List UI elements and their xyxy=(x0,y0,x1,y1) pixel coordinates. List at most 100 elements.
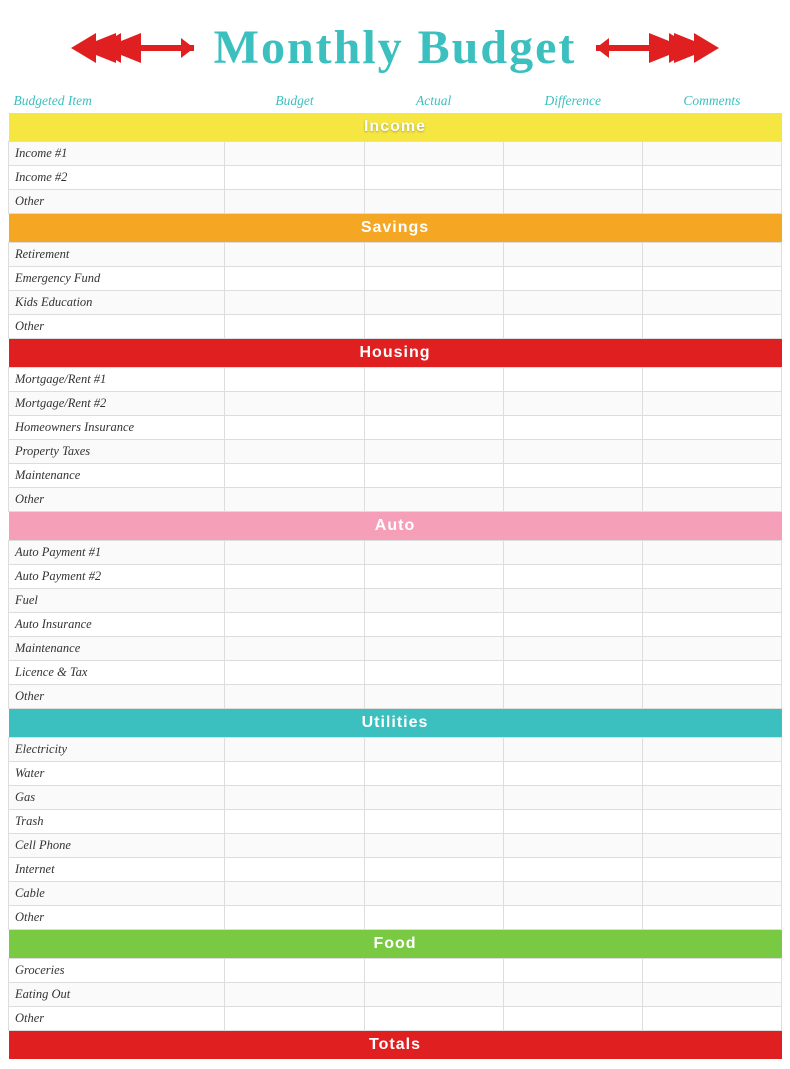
row-budget[interactable] xyxy=(225,906,364,930)
row-comments[interactable] xyxy=(642,589,781,613)
row-comments[interactable] xyxy=(642,190,781,214)
row-difference[interactable] xyxy=(503,589,642,613)
row-difference[interactable] xyxy=(503,166,642,190)
row-difference[interactable] xyxy=(503,637,642,661)
row-comments[interactable] xyxy=(642,416,781,440)
row-budget[interactable] xyxy=(225,440,364,464)
row-budget[interactable] xyxy=(225,810,364,834)
row-budget[interactable] xyxy=(225,166,364,190)
row-comments[interactable] xyxy=(642,685,781,709)
row-comments[interactable] xyxy=(642,166,781,190)
row-difference[interactable] xyxy=(503,488,642,512)
row-budget[interactable] xyxy=(225,142,364,166)
row-actual[interactable] xyxy=(364,661,503,685)
row-difference[interactable] xyxy=(503,368,642,392)
row-budget[interactable] xyxy=(225,267,364,291)
row-budget[interactable] xyxy=(225,291,364,315)
row-comments[interactable] xyxy=(642,392,781,416)
row-budget[interactable] xyxy=(225,1007,364,1031)
row-comments[interactable] xyxy=(642,661,781,685)
row-difference[interactable] xyxy=(503,762,642,786)
row-difference[interactable] xyxy=(503,685,642,709)
row-difference[interactable] xyxy=(503,243,642,267)
row-comments[interactable] xyxy=(642,762,781,786)
row-actual[interactable] xyxy=(364,416,503,440)
row-comments[interactable] xyxy=(642,1007,781,1031)
row-budget[interactable] xyxy=(225,416,364,440)
row-actual[interactable] xyxy=(364,786,503,810)
row-actual[interactable] xyxy=(364,589,503,613)
row-comments[interactable] xyxy=(642,488,781,512)
row-actual[interactable] xyxy=(364,882,503,906)
row-actual[interactable] xyxy=(364,834,503,858)
row-actual[interactable] xyxy=(364,613,503,637)
row-actual[interactable] xyxy=(364,243,503,267)
row-difference[interactable] xyxy=(503,565,642,589)
row-actual[interactable] xyxy=(364,541,503,565)
row-budget[interactable] xyxy=(225,685,364,709)
row-difference[interactable] xyxy=(503,738,642,762)
row-budget[interactable] xyxy=(225,392,364,416)
row-comments[interactable] xyxy=(642,637,781,661)
row-difference[interactable] xyxy=(503,1007,642,1031)
row-actual[interactable] xyxy=(364,267,503,291)
row-budget[interactable] xyxy=(225,565,364,589)
row-comments[interactable] xyxy=(642,368,781,392)
row-difference[interactable] xyxy=(503,464,642,488)
row-comments[interactable] xyxy=(642,142,781,166)
row-actual[interactable] xyxy=(364,440,503,464)
row-comments[interactable] xyxy=(642,541,781,565)
row-difference[interactable] xyxy=(503,858,642,882)
row-actual[interactable] xyxy=(364,392,503,416)
row-difference[interactable] xyxy=(503,440,642,464)
row-budget[interactable] xyxy=(225,882,364,906)
row-actual[interactable] xyxy=(364,291,503,315)
row-actual[interactable] xyxy=(364,762,503,786)
row-budget[interactable] xyxy=(225,834,364,858)
row-comments[interactable] xyxy=(642,464,781,488)
row-actual[interactable] xyxy=(364,906,503,930)
row-comments[interactable] xyxy=(642,810,781,834)
row-comments[interactable] xyxy=(642,267,781,291)
row-budget[interactable] xyxy=(225,315,364,339)
row-actual[interactable] xyxy=(364,959,503,983)
row-actual[interactable] xyxy=(364,464,503,488)
row-actual[interactable] xyxy=(364,1007,503,1031)
row-difference[interactable] xyxy=(503,315,642,339)
row-budget[interactable] xyxy=(225,738,364,762)
row-actual[interactable] xyxy=(364,166,503,190)
row-budget[interactable] xyxy=(225,959,364,983)
row-difference[interactable] xyxy=(503,786,642,810)
row-budget[interactable] xyxy=(225,488,364,512)
row-budget[interactable] xyxy=(225,661,364,685)
row-budget[interactable] xyxy=(225,243,364,267)
row-comments[interactable] xyxy=(642,834,781,858)
row-comments[interactable] xyxy=(642,440,781,464)
row-difference[interactable] xyxy=(503,834,642,858)
row-actual[interactable] xyxy=(364,488,503,512)
row-budget[interactable] xyxy=(225,613,364,637)
row-budget[interactable] xyxy=(225,190,364,214)
row-actual[interactable] xyxy=(364,315,503,339)
row-budget[interactable] xyxy=(225,589,364,613)
row-actual[interactable] xyxy=(364,983,503,1007)
row-comments[interactable] xyxy=(642,243,781,267)
row-budget[interactable] xyxy=(225,464,364,488)
row-comments[interactable] xyxy=(642,291,781,315)
row-budget[interactable] xyxy=(225,368,364,392)
row-budget[interactable] xyxy=(225,786,364,810)
row-comments[interactable] xyxy=(642,906,781,930)
row-difference[interactable] xyxy=(503,882,642,906)
row-actual[interactable] xyxy=(364,565,503,589)
row-actual[interactable] xyxy=(364,810,503,834)
row-comments[interactable] xyxy=(642,613,781,637)
row-comments[interactable] xyxy=(642,786,781,810)
row-actual[interactable] xyxy=(364,738,503,762)
row-difference[interactable] xyxy=(503,291,642,315)
row-difference[interactable] xyxy=(503,267,642,291)
row-difference[interactable] xyxy=(503,613,642,637)
row-difference[interactable] xyxy=(503,810,642,834)
row-budget[interactable] xyxy=(225,858,364,882)
row-difference[interactable] xyxy=(503,392,642,416)
row-difference[interactable] xyxy=(503,190,642,214)
